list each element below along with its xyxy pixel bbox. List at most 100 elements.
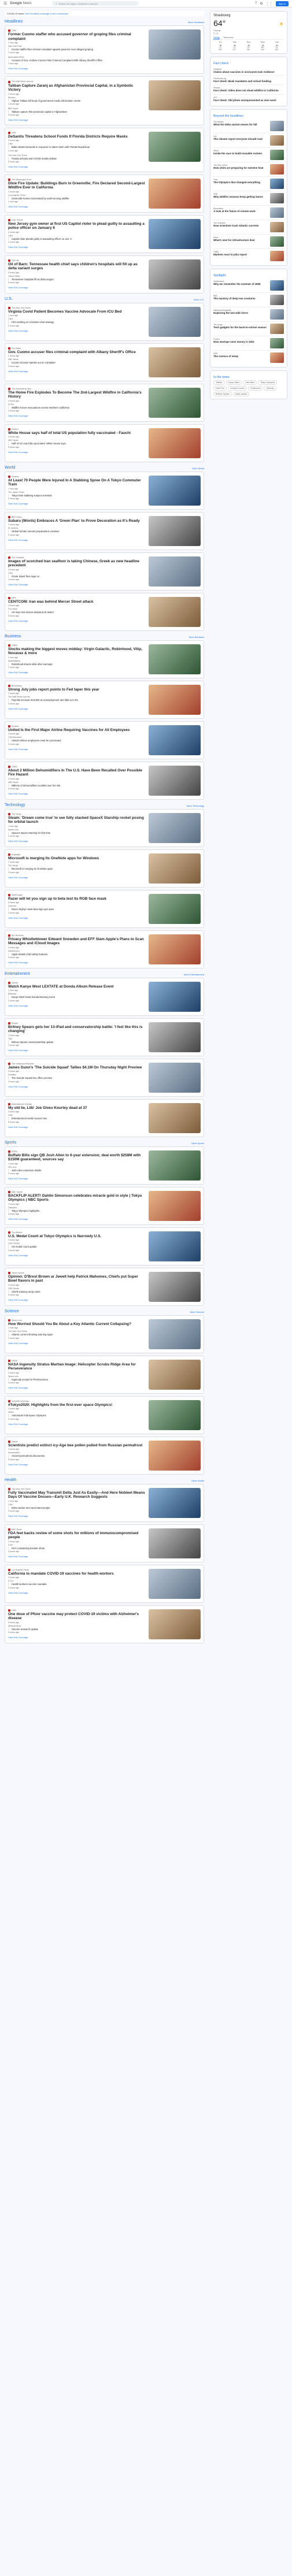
- fact-check-item[interactable]: AFP Fact check: Old photo misrepresented …: [213, 95, 284, 103]
- article-thumbnail[interactable]: [149, 765, 201, 796]
- related-headline[interactable]: Biden blasts DeSantis in response to lat…: [8, 146, 145, 149]
- article-thumbnail[interactable]: [149, 347, 201, 377]
- full-coverage-link[interactable]: View Full Coverage: [8, 1555, 145, 1558]
- full-coverage-link[interactable]: View Full Coverage: [8, 916, 145, 919]
- article-headline[interactable]: Britney Spears gets her 13-iPad and cons…: [8, 1025, 145, 1034]
- sign-in-button[interactable]: Sign in: [275, 1, 289, 6]
- lead-article[interactable]: NBC News FDA feet backs review of some sh…: [8, 1527, 201, 1560]
- more-section-link[interactable]: More Science: [190, 1311, 204, 1313]
- article-thumbnail[interactable]: [149, 1022, 201, 1052]
- related-article[interactable]: Gizmodo Razer Zephyr mask beta sign-ups o…: [8, 904, 145, 915]
- spotlight-headline[interactable]: Exploring the last wild rivers: [213, 311, 268, 314]
- fact-check-title[interactable]: Fact check: [213, 62, 284, 65]
- related-headline[interactable]: Chiefs training camp notes: [8, 1290, 145, 1294]
- lead-article[interactable]: Nature Scientists predict extinct icy-Age…: [8, 1439, 201, 1472]
- related-headline[interactable]: Afghan Taliban kill head of government m…: [8, 99, 145, 102]
- spotlight-headline[interactable]: The science of sleep: [213, 355, 268, 358]
- article-thumbnail[interactable]: [149, 306, 201, 337]
- lead-article[interactable]: Politico White House says half of total U…: [8, 427, 201, 459]
- related-article[interactable]: ScienceAlert Ancient permafrost discoveri…: [8, 1450, 145, 1461]
- beyond-headlines-headline[interactable]: What the delta variant means for fall: [213, 123, 268, 126]
- full-coverage-link[interactable]: View Full Coverage: [8, 539, 145, 541]
- beyond-headlines-item[interactable]: Bloomberg A look at the future of remote …: [213, 206, 284, 220]
- section-title[interactable]: Headlines: [5, 20, 23, 24]
- related-article[interactable]: NBC News Millions of dehumidifiers recall…: [8, 780, 145, 791]
- related-article[interactable]: The New York Times Florida schools and CO…: [8, 153, 145, 164]
- full-coverage-link[interactable]: View Full Coverage: [8, 1463, 145, 1466]
- related-article[interactable]: CNN Biden blasts DeSantis in response to …: [8, 142, 145, 153]
- beyond-headlines-thumbnail[interactable]: [270, 236, 284, 247]
- related-article[interactable]: MacRumors Apple details child safety feat…: [8, 949, 145, 960]
- related-article[interactable]: CNN Business United Airlines employees mu…: [8, 735, 145, 746]
- article-thumbnail[interactable]: [149, 1271, 201, 1302]
- beyond-headlines-headline[interactable]: How scientists track Atlantic currents: [213, 224, 268, 227]
- related-article[interactable]: The Japan Times Tokyo train stabbing susp…: [8, 490, 145, 501]
- lead-article[interactable]: Space.com How Worried Should You Be About…: [8, 1318, 201, 1350]
- article-headline[interactable]: Taliban Capture Zaranj as Afghanistan Pr…: [8, 84, 145, 92]
- related-headline[interactable]: Payrolls increase 943,000 as unemploymen…: [8, 699, 145, 702]
- article-headline[interactable]: #Tokyo2020: Highlights from the first-ev…: [8, 1403, 145, 1408]
- related-article[interactable]: MarketWatch Robinhood shares slide after …: [8, 659, 145, 670]
- related-headline[interactable]: The Suicide Squad box office preview: [8, 1077, 145, 1080]
- related-article[interactable]: Reuters Afghan Taliban kill head of gover…: [8, 95, 145, 106]
- spotlight-thumbnail[interactable]: [270, 309, 284, 320]
- menu-icon[interactable]: ☰: [3, 1, 7, 6]
- related-headline[interactable]: Ancient permafrost discoveries: [8, 1454, 145, 1458]
- more-section-link[interactable]: More Entertainment: [184, 973, 204, 976]
- spotlight-thumbnail[interactable]: [270, 337, 284, 348]
- related-article[interactable]: TMZ Britney Spears conservatorship update…: [8, 1037, 145, 1048]
- article-thumbnail[interactable]: [149, 428, 201, 458]
- related-headline[interactable]: Taliban capture first provincial capital…: [8, 110, 145, 113]
- full-coverage-link[interactable]: View Full Coverage: [8, 502, 145, 505]
- article-headline[interactable]: NASA Ingenuity Stratus Martian Image: He…: [8, 1363, 145, 1371]
- section-title[interactable]: Technology: [5, 803, 25, 807]
- lead-article[interactable]: The Athletic U.S. Medal Count at Tokyo Ol…: [8, 1230, 201, 1263]
- lead-article[interactable]: ESPN Buffalo Bills sign QB Josh Allen to …: [8, 1149, 201, 1182]
- lead-article[interactable]: Fox News Gov. Cuomo accuser files crimina…: [8, 346, 201, 378]
- related-article[interactable]: Yahoo News Tennessee hospitals fill as de…: [8, 274, 145, 285]
- fact-check-headline[interactable]: Fact check: Video does not show wildfire…: [213, 89, 284, 92]
- lead-article[interactable]: Reuters At Least 70 People Were Injured I…: [8, 474, 201, 507]
- lead-article[interactable]: The Washington Post Dixie Fire Update: Bu…: [8, 177, 201, 210]
- article-headline[interactable]: Scientists predict extinct icy-Age bee p…: [8, 1443, 145, 1448]
- article-thumbnail[interactable]: [149, 218, 201, 249]
- beyond-headlines-thumbnail[interactable]: [270, 192, 284, 203]
- article-headline[interactable]: One dose of Pfizer vaccine may protect C…: [8, 1612, 145, 1621]
- related-article[interactable]: ABC News Half of US now fully vaccinated,…: [8, 438, 145, 449]
- article-headline[interactable]: New Jersey gym owner at first US Capitol…: [8, 222, 145, 231]
- beyond-headlines-thumbnail[interactable]: [270, 250, 284, 261]
- beyond-headlines-headline[interactable]: The Olympics that changed everything: [213, 181, 268, 184]
- weather-tab[interactable]: Today: [213, 36, 220, 39]
- section-title[interactable]: Business: [5, 634, 21, 639]
- spotlight-item[interactable]: Smithsonian Why we remember the summer of…: [213, 279, 284, 293]
- related-headline[interactable]: Astronauts hold space Olympics: [8, 1414, 145, 1417]
- article-headline[interactable]: Fully Vaccinated May Transmit Delta Just…: [8, 1491, 145, 1499]
- related-headline[interactable]: Tokyo Olympics highlights: [8, 1209, 145, 1213]
- article-headline[interactable]: Dixie Fire Update: Buildings Burn in Gre…: [8, 181, 145, 190]
- related-article[interactable]: Al Jazeera Global climate summit preparat…: [8, 526, 145, 537]
- lead-article[interactable]: BBC News Subaru (Words) Embraces A 'Green…: [8, 515, 201, 547]
- related-article[interactable]: CNN Greek island fires rage on 4 hours ago: [8, 571, 145, 582]
- more-section-link[interactable]: More Technology: [187, 804, 204, 807]
- full-coverage-link[interactable]: View Full Coverage: [8, 876, 145, 879]
- related-article[interactable]: New York Post Cuomo staffer files crimina…: [8, 44, 145, 55]
- article-thumbnail[interactable]: [149, 684, 201, 715]
- fact-check-item[interactable]: Reuters Fact check: Video does not show w…: [213, 85, 284, 95]
- full-coverage-link[interactable]: View Full Coverage: [8, 1177, 145, 1180]
- lead-article[interactable]: Reuters United Is the First Major Airline…: [8, 724, 201, 756]
- article-thumbnail[interactable]: [149, 131, 201, 162]
- lead-article[interactable]: The Verge Steam: 'Dream come true' to see…: [8, 812, 201, 844]
- beyond-headlines-item[interactable]: NPR Why wildfire seasons keep getting wor…: [213, 191, 284, 206]
- related-headline[interactable]: United Airlines employees must be vaccin…: [8, 739, 145, 743]
- full-coverage-link[interactable]: View Full Coverage: [8, 1515, 145, 1517]
- related-headline[interactable]: Global climate summit preparations conti…: [8, 530, 145, 533]
- related-headline[interactable]: Half of US now fully vaccinated, White H…: [8, 442, 145, 446]
- related-headline[interactable]: Tennessee hospitals fill as delta surges: [8, 277, 145, 281]
- related-headline[interactable]: Accuser of Gov. Andrew Cuomo Files Crimi…: [8, 59, 145, 62]
- full-coverage-link[interactable]: View Full Coverage: [8, 414, 145, 417]
- article-thumbnail[interactable]: [149, 387, 201, 418]
- lead-article[interactable]: NASA NASA Ingenuity Stratus Martian Image…: [8, 1358, 201, 1391]
- full-coverage-link[interactable]: View Full Coverage: [8, 67, 145, 70]
- article-thumbnail[interactable]: [149, 934, 201, 964]
- lead-article[interactable]: The New York Times Fully Vaccinated May T…: [8, 1487, 201, 1519]
